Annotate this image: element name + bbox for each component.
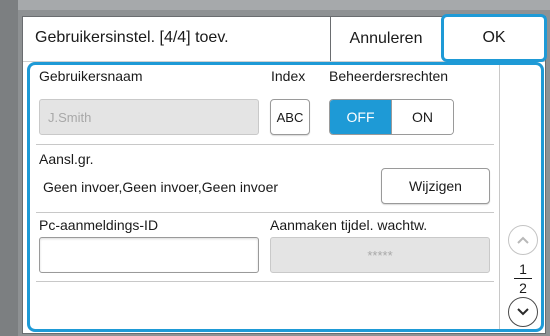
scroll-up-button[interactable] (508, 225, 538, 255)
dialog-panel: Gebruikersinstel. [4/4] toev. Annuleren … (22, 14, 547, 334)
temp-password-field: ***** (270, 237, 490, 273)
divider (36, 212, 494, 213)
page-fraction-bar (514, 278, 532, 279)
cancel-button[interactable]: Annuleren (331, 17, 441, 61)
dialog-header: Gebruikersinstel. [4/4] toev. Annuleren … (23, 14, 547, 62)
connection-group-label: Aansl.gr. (39, 151, 94, 167)
divider (36, 144, 494, 145)
user-name-field: J.Smith (39, 99, 259, 135)
user-name-label: Gebruikersnaam (39, 68, 143, 84)
total-pages: 2 (519, 280, 527, 296)
chevron-down-icon (517, 308, 529, 316)
ok-button[interactable]: OK (441, 14, 547, 62)
page-indicator: 1 2 (508, 261, 538, 296)
admin-rights-toggle[interactable]: OFF ON (329, 99, 454, 135)
admin-on-option[interactable]: ON (391, 100, 453, 134)
temp-password-label: Aanmaken tijdel. wachtw. (270, 217, 428, 233)
scroll-column-divider (499, 65, 500, 329)
index-label: Index (271, 68, 306, 84)
current-page: 1 (519, 261, 527, 277)
background-strip (0, 0, 18, 336)
connection-group-value: Geen invoer,Geen invoer,Geen invoer (43, 179, 279, 195)
background-top (0, 0, 550, 10)
dialog-title: Gebruikersinstel. [4/4] toev. (35, 29, 229, 46)
settings-form: Gebruikersnaam J.Smith Index ABC Beheerd… (27, 62, 544, 332)
change-button[interactable]: Wijzigen (381, 168, 490, 204)
pc-login-id-label: Pc-aanmeldings-ID (39, 217, 159, 233)
scroll-down-button[interactable] (508, 297, 538, 327)
pc-login-id-field[interactable] (39, 237, 259, 273)
admin-off-option[interactable]: OFF (330, 100, 391, 134)
index-button[interactable]: ABC (270, 99, 310, 135)
admin-rights-label: Beheerdersrechten (329, 68, 449, 84)
chevron-up-icon (517, 236, 529, 244)
divider (36, 281, 494, 282)
